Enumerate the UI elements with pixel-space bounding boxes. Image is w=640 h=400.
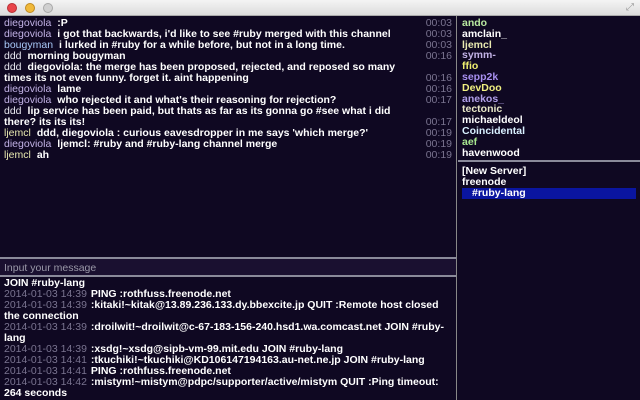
title-bar: ⤢	[0, 0, 640, 16]
chat-message: ddd diegoviola: the merge has been propos…	[4, 62, 452, 84]
nick-list-item[interactable]: aef	[462, 136, 636, 148]
nick-list: ando amclain_ ljemcl symm-ffio sepp2k DevDoo a…	[458, 16, 640, 162]
message-text: ah	[36, 149, 50, 161]
chat-message: ddd lip service has been paid, but thats …	[4, 106, 452, 128]
zoom-button[interactable]	[43, 3, 53, 13]
message-text: lip service has been paid, but thats as …	[4, 105, 391, 128]
message-nick[interactable]: ljemcl	[4, 149, 31, 161]
nick-list-item[interactable]: Coincidental	[462, 126, 636, 137]
message-time: 00:19	[425, 149, 452, 161]
chat-message: diegoviola ljemcl: #ruby and #ruby-lang c…	[4, 139, 452, 150]
close-button[interactable]	[7, 3, 17, 13]
nick-list-item[interactable]: symm-	[462, 50, 636, 61]
log-line: 2014-01-03 14:39:kitaki!~kitak@13.89.236…	[4, 300, 452, 322]
nick-list-item[interactable]: DevDoo	[462, 82, 636, 94]
server-log: JOIN #ruby-lang 2014-01-03 14:39 PING :rot…	[0, 277, 457, 400]
server-tree: [New Server] freenode #ruby-lang	[458, 164, 640, 400]
tree-channel-ruby-lang[interactable]: #ruby-lang	[462, 188, 636, 199]
fullscreen-icon[interactable]: ⤢	[626, 2, 634, 13]
minimize-button[interactable]	[25, 3, 35, 13]
message-time: 00:16	[425, 50, 452, 62]
log-line: 2014-01-03 14:42:mistym!~mistym@pdpc/sup…	[4, 377, 452, 399]
nick-list-item[interactable]: amclain_	[462, 28, 636, 40]
message-text: ljemcl: #ruby and #ruby-lang channel mer…	[57, 138, 278, 150]
chat-messages: diegoviola:P 00:03 diegoviola i got that ba…	[0, 16, 457, 257]
nick-list-item[interactable]: havenwood	[462, 147, 636, 159]
message-text: diegoviola: the merge has been proposed,…	[4, 61, 396, 84]
message-input[interactable]: Input your message	[0, 257, 457, 277]
chat-message: ljemcl ah 00:19	[4, 150, 452, 161]
message-time: 00:17	[425, 94, 452, 106]
log-line: 2014-01-03 14:39:droilwit!~droilwit@c-67…	[4, 322, 452, 344]
